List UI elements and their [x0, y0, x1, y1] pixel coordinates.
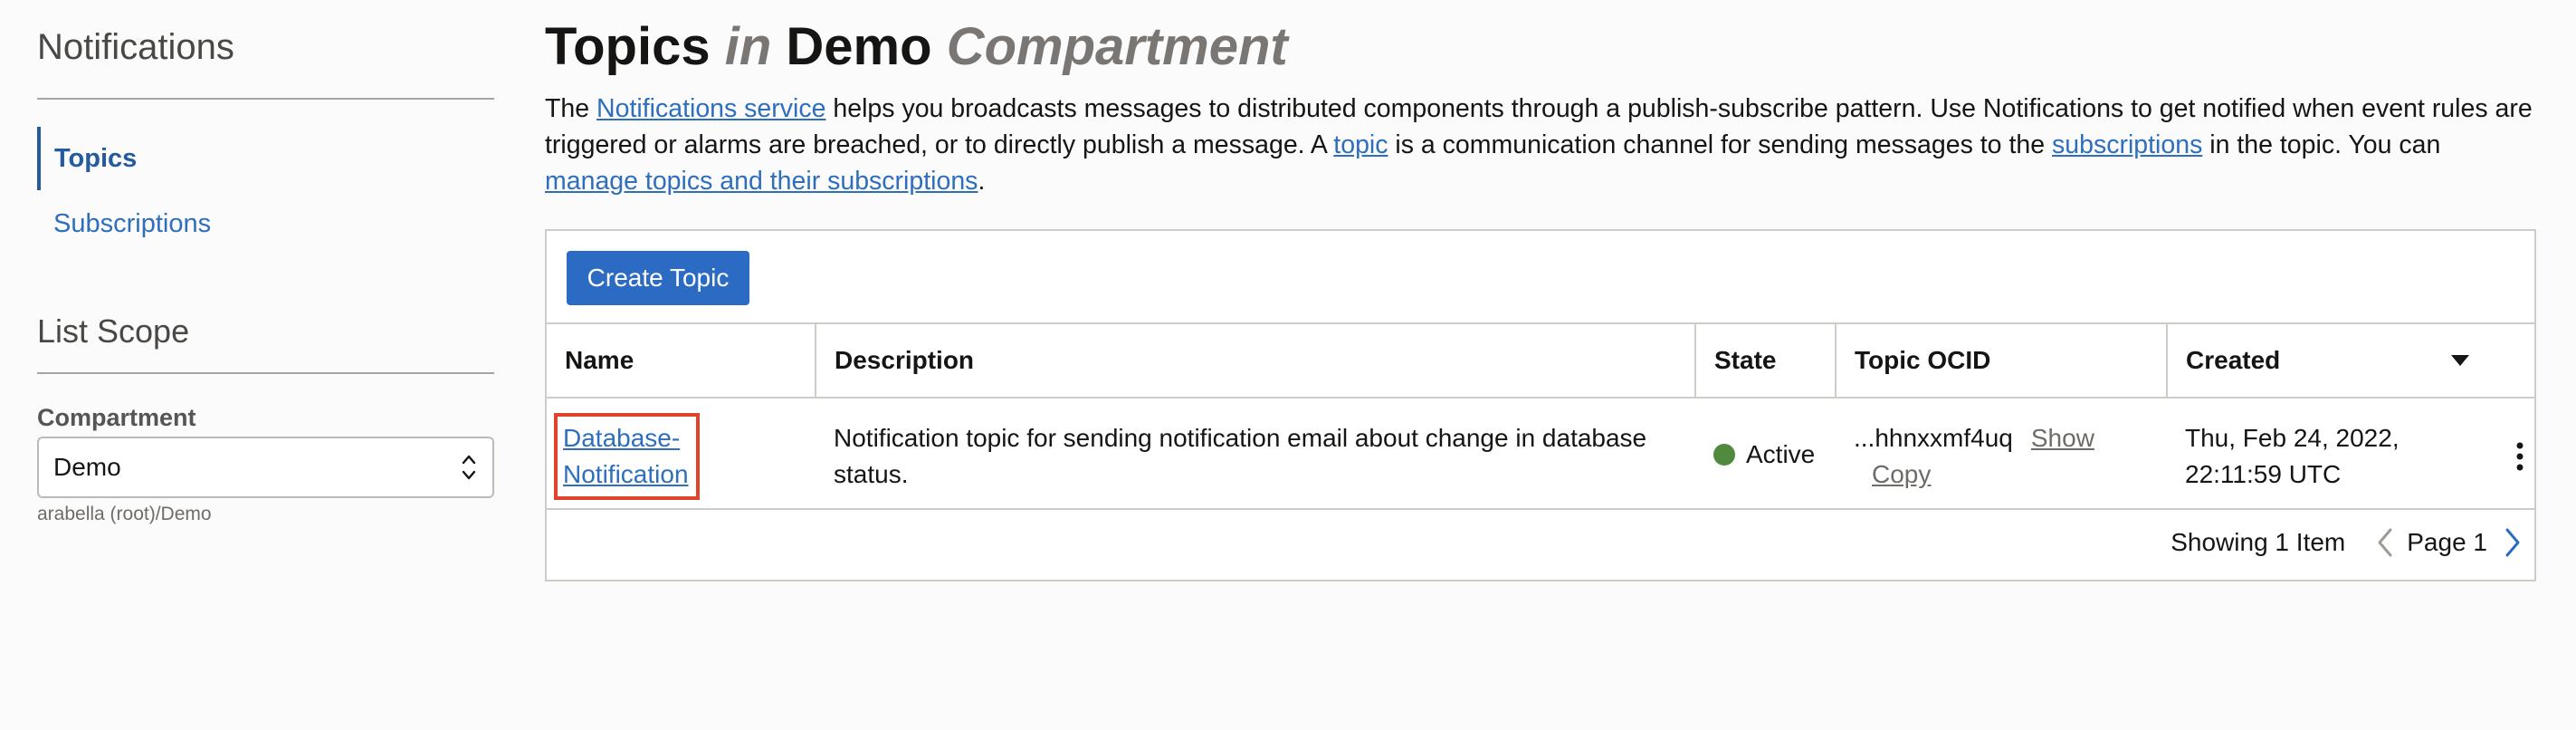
compartment-select-value: Demo: [53, 453, 121, 481]
item-count: Showing 1 Item: [2171, 528, 2346, 556]
cell-name: Database- Notification: [547, 398, 816, 510]
cell-state: Active: [1695, 398, 1836, 510]
manage-topics-link[interactable]: manage topics and their subscriptions: [545, 167, 978, 196]
intro-text: The Notifications service helps you broa…: [545, 91, 2536, 199]
list-scope-title: List Scope: [37, 312, 190, 350]
topics-panel: Create Topic Name Description State Topi…: [545, 229, 2536, 581]
topic-name-line: Notification: [563, 460, 689, 488]
column-header-created[interactable]: Created: [2167, 322, 2534, 399]
created-date: Thu, Feb 24, 2022,: [2185, 424, 2399, 452]
sidebar-title: Notifications: [37, 27, 234, 67]
column-header-description: Description: [816, 322, 1696, 399]
kebab-menu-icon[interactable]: [2514, 440, 2525, 473]
topics-table: Name Description State Topic OCID Create…: [547, 322, 2534, 510]
sidebar-item-topics[interactable]: Topics: [37, 127, 494, 190]
notifications-service-link[interactable]: Notifications service: [596, 94, 825, 123]
ocid-copy-link[interactable]: Copy: [1872, 460, 1931, 488]
sidebar-divider: [37, 98, 494, 100]
select-chevrons-icon: [462, 455, 476, 480]
subscriptions-link[interactable]: subscriptions: [2052, 130, 2202, 159]
pagination: Showing 1 Item Page 1: [2171, 523, 2524, 562]
topic-name-link[interactable]: Database- Notification: [554, 413, 700, 500]
sidebar-item-subscriptions[interactable]: Subscriptions: [37, 192, 494, 255]
page-number: Page 1: [2407, 528, 2487, 556]
compartment-path: arabella (root)/Demo: [37, 504, 212, 524]
chevron-left-icon[interactable]: [2374, 526, 2396, 559]
title-compartment-word: Compartment: [946, 17, 1288, 76]
compartment-select[interactable]: Demo: [37, 437, 494, 498]
ocid-value: ...hhnxxmf4uq: [1854, 424, 2013, 452]
state-indicator: Active: [1713, 420, 1836, 473]
table-row: Database- Notification Notification topic…: [547, 398, 2534, 510]
list-scope-divider: [37, 372, 494, 374]
intro-text-part: in the topic. You can: [2202, 130, 2441, 159]
topic-link[interactable]: topic: [1333, 130, 1388, 159]
column-header-created-label: Created: [2186, 346, 2281, 374]
title-compartment-name: Demo: [786, 17, 932, 76]
state-label: Active: [1746, 440, 1816, 468]
create-topic-button[interactable]: Create Topic: [567, 251, 749, 305]
cell-created: Thu, Feb 24, 2022, 22:11:59 UTC: [2167, 398, 2534, 510]
compartment-label: Compartment: [37, 404, 196, 431]
table-header-row: Name Description State Topic OCID Create…: [547, 322, 2534, 399]
intro-text-part: .: [978, 167, 986, 196]
page-title: Topics in Demo Compartment: [545, 16, 1288, 77]
column-header-name: Name: [547, 322, 816, 399]
intro-text-part: The: [545, 94, 597, 123]
chevron-right-icon[interactable]: [2502, 526, 2524, 559]
title-topics: Topics: [545, 17, 711, 76]
ocid-show-link[interactable]: Show: [2031, 424, 2094, 452]
column-header-topic-ocid: Topic OCID: [1836, 322, 2168, 399]
sort-caret-icon[interactable]: [2451, 355, 2469, 366]
intro-text-part: is a communication channel for sending m…: [1388, 130, 2052, 159]
created-time: 22:11:59 UTC: [2185, 460, 2342, 488]
cell-description: Notification topic for sending notificat…: [816, 398, 1695, 510]
cell-topic-ocid: ...hhnxxmf4uq Show Copy: [1836, 398, 2167, 510]
topic-name-line: Database-: [563, 424, 681, 452]
column-header-state: State: [1695, 322, 1837, 399]
title-in: in: [724, 17, 772, 76]
status-dot-icon: [1713, 444, 1735, 466]
